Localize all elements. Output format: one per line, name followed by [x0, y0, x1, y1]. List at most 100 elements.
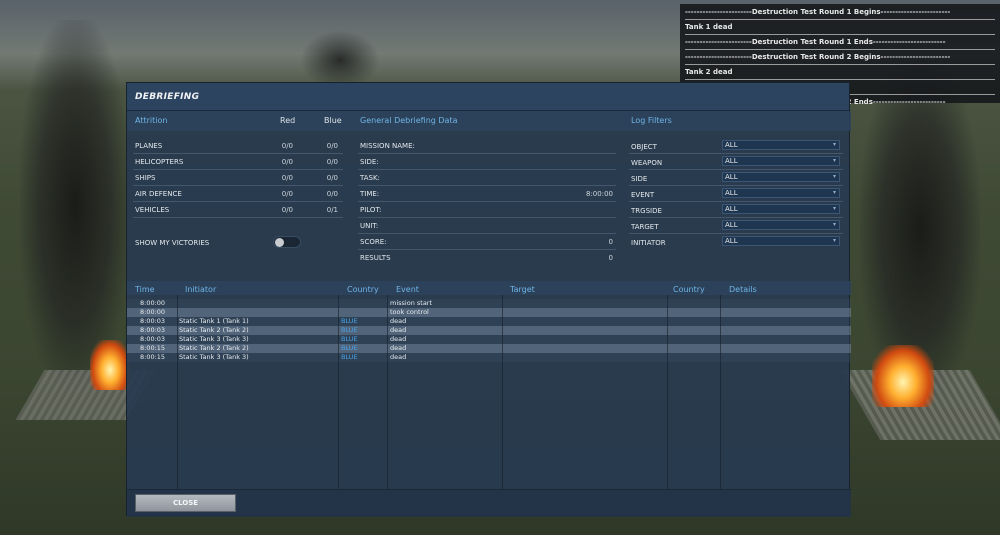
- filter-value: ALL: [725, 173, 738, 181]
- filter-label: SIDE: [631, 175, 648, 183]
- column-divider: [667, 295, 668, 489]
- chevron-down-icon: ▾: [832, 157, 836, 164]
- column-header-country[interactable]: Country: [347, 284, 379, 296]
- column-divider: [177, 295, 178, 489]
- smoke-plume-middle: [300, 30, 380, 90]
- attrition-blue-value: 0/0: [326, 174, 338, 182]
- chevron-down-icon: ▾: [832, 205, 836, 212]
- divider: [133, 153, 343, 154]
- filter-label: INITIATOR: [631, 239, 666, 247]
- attrition-red-value: 0/0: [281, 174, 293, 182]
- column-header-target[interactable]: Target: [510, 284, 535, 296]
- column-divider: [387, 295, 388, 489]
- table-row[interactable]: 8:00:15 Static Tank 2 (Tank 2) BLUE dead: [127, 344, 851, 353]
- general-label: SCORE:: [360, 238, 387, 246]
- column-header-time[interactable]: Time: [135, 284, 155, 296]
- attrition-red-value: 0/0: [281, 142, 293, 150]
- attrition-red-header: Red: [280, 116, 296, 125]
- divider: [133, 185, 343, 186]
- filter-initiator-select[interactable]: ALL ▾: [722, 236, 840, 246]
- attrition-blue-value: 0/1: [326, 206, 338, 214]
- fire-right: [872, 345, 934, 407]
- chevron-down-icon: ▾: [832, 173, 836, 180]
- cell-time: 8:00:15: [140, 344, 166, 352]
- divider: [358, 169, 616, 170]
- console-line: Tank 2 dead: [685, 65, 995, 80]
- console-line: -----------------------Destruction Test …: [685, 5, 995, 20]
- cell-time: 8:00:15: [140, 353, 166, 361]
- attrition-red-value: 0/0: [281, 158, 293, 166]
- general-label: SIDE:: [360, 158, 379, 166]
- cell-country: BLUE: [341, 317, 358, 325]
- filter-label: WEAPON: [631, 159, 663, 167]
- table-row[interactable]: 8:00:03 Static Tank 1 (Tank 1) BLUE dead: [127, 317, 851, 326]
- attrition-heading: Attrition: [135, 116, 168, 125]
- general-label: UNIT:: [360, 222, 379, 230]
- filter-object-select[interactable]: ALL ▾: [722, 140, 840, 150]
- column-divider: [502, 295, 503, 489]
- divider: [133, 201, 343, 202]
- filter-side-select[interactable]: ALL ▾: [722, 172, 840, 182]
- column-header-details[interactable]: Details: [729, 284, 757, 296]
- cell-event: dead: [390, 353, 407, 361]
- filter-label: OBJECT: [631, 143, 657, 151]
- general-value: 0: [608, 254, 613, 262]
- filter-target-select[interactable]: ALL ▾: [722, 220, 840, 230]
- console-line: -----------------------Destruction Test …: [685, 50, 995, 65]
- attrition-red-value: 0/0: [281, 206, 293, 214]
- column-header-target-country[interactable]: Country: [673, 284, 705, 296]
- chevron-down-icon: ▾: [832, 189, 836, 196]
- table-row[interactable]: 8:00:03 Static Tank 2 (Tank 2) BLUE dead: [127, 326, 851, 335]
- console-line: Tank 1 dead: [685, 20, 995, 35]
- cell-country: BLUE: [341, 344, 358, 352]
- cell-event: dead: [390, 335, 407, 343]
- table-row[interactable]: 8:00:00 took control: [127, 308, 851, 317]
- divider: [629, 233, 843, 234]
- divider: [358, 249, 616, 250]
- general-label: RESULTS: [360, 254, 391, 262]
- filter-event-select[interactable]: ALL ▾: [722, 188, 840, 198]
- cell-time: 8:00:03: [140, 326, 166, 334]
- column-header-initiator[interactable]: Initiator: [185, 284, 216, 296]
- close-button[interactable]: CLOSE: [135, 494, 236, 512]
- filter-weapon-select[interactable]: ALL ▾: [722, 156, 840, 166]
- cell-initiator: Static Tank 1 (Tank 1): [179, 317, 249, 325]
- cell-time: 8:00:00: [140, 308, 166, 316]
- table-row[interactable]: 8:00:03 Static Tank 3 (Tank 3) BLUE dead: [127, 335, 851, 344]
- cell-country: BLUE: [341, 353, 358, 361]
- column-header-event[interactable]: Event: [396, 284, 419, 296]
- filter-value: ALL: [725, 189, 738, 197]
- filter-value: ALL: [725, 141, 738, 149]
- filter-value: ALL: [725, 157, 738, 165]
- divider: [358, 201, 616, 202]
- divider: [358, 185, 616, 186]
- divider: [629, 169, 843, 170]
- attrition-label: PLANES: [135, 142, 163, 150]
- general-label: PILOT:: [360, 206, 382, 214]
- general-label: TIME:: [360, 190, 380, 198]
- section-header-bar: [127, 111, 851, 131]
- divider: [629, 153, 843, 154]
- attrition-label: AIR DEFENCE: [135, 190, 182, 198]
- smoke-plume-left: [20, 20, 130, 390]
- filter-value: ALL: [725, 205, 738, 213]
- attrition-blue-value: 0/0: [326, 190, 338, 198]
- cell-event: dead: [390, 344, 407, 352]
- column-divider: [338, 295, 339, 489]
- show-victories-toggle[interactable]: [273, 236, 301, 248]
- cell-initiator: Static Tank 2 (Tank 2): [179, 326, 249, 334]
- attrition-blue-header: Blue: [324, 116, 342, 125]
- cell-time: 8:00:00: [140, 299, 166, 307]
- chevron-down-icon: ▾: [832, 221, 836, 228]
- filter-trgside-select[interactable]: ALL ▾: [722, 204, 840, 214]
- filter-label: EVENT: [631, 191, 655, 199]
- divider: [629, 217, 843, 218]
- filter-value: ALL: [725, 237, 738, 245]
- divider: [358, 233, 616, 234]
- cell-initiator: Static Tank 2 (Tank 2): [179, 344, 249, 352]
- table-row[interactable]: 8:00:15 Static Tank 3 (Tank 3) BLUE dead: [127, 353, 851, 362]
- cell-event: took control: [390, 308, 429, 316]
- table-row[interactable]: 8:00:00 mission start: [127, 299, 851, 308]
- cell-time: 8:00:03: [140, 335, 166, 343]
- attrition-label: HELICOPTERS: [135, 158, 184, 166]
